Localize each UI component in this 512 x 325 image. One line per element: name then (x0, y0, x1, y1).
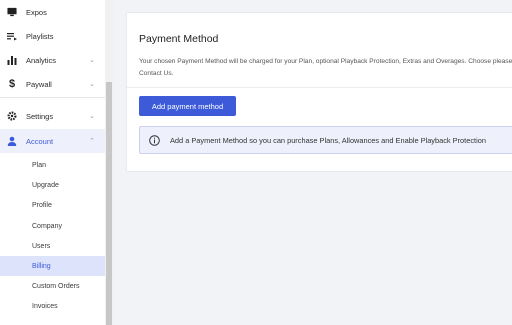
sidebar-subitem-invoices[interactable]: Invoices (0, 296, 105, 316)
subitem-label: Custom Orders (32, 282, 80, 290)
subitem-label: Profile (32, 201, 52, 209)
chevron-down-icon: ⌄ (89, 113, 95, 120)
sidebar-divider (0, 97, 105, 98)
subitem-label: Users (32, 242, 51, 250)
card-description: Your chosen Payment Method will be charg… (139, 58, 512, 77)
sidebar-subitem-profile[interactable]: Profile (0, 195, 105, 215)
info-icon (149, 135, 160, 146)
sidebar-item-label: Settings (26, 111, 54, 121)
subitem-label: Billing (32, 262, 51, 270)
sidebar-item-paywall[interactable]: $ Paywall ⌄ (0, 72, 105, 96)
sidebar-subitem-users[interactable]: Users (0, 236, 105, 256)
chevron-down-icon: ⌄ (89, 57, 95, 64)
sidebar-item-label: Analytics (26, 55, 57, 65)
sidebar-scrollbar-thumb[interactable] (106, 82, 112, 325)
sidebar: Expos Playlists Analytics ⌄ $ Paywall ⌄ … (0, 0, 113, 325)
sidebar-item-account[interactable]: Account ⌃ (0, 129, 105, 153)
subitem-label: Company (32, 222, 62, 230)
chevron-down-icon: ⌄ (89, 81, 95, 88)
dollar-icon: $ (8, 78, 16, 90)
sidebar-item-label: Expos (26, 7, 47, 17)
sidebar-subitem-billing[interactable]: Billing (0, 256, 105, 276)
sidebar-item-settings[interactable]: Settings ⌄ (0, 104, 105, 128)
subitem-label: Invoices (32, 302, 58, 310)
sidebar-subitem-custom-orders[interactable]: Custom Orders (0, 276, 105, 296)
card-title: Payment Method (139, 33, 219, 45)
payment-method-card: Payment Method Your chosen Payment Metho… (126, 12, 512, 172)
sidebar-subitem-upgrade[interactable]: Upgrade (0, 175, 105, 195)
subitem-label: Plan (32, 161, 47, 169)
chevron-up-icon: ⌃ (89, 138, 95, 145)
monitor-icon (7, 7, 17, 17)
sidebar-subitem-company[interactable]: Company (0, 216, 105, 236)
sidebar-item-label: Playlists (26, 31, 54, 41)
info-alert: Add a Payment Method so you can purchase… (139, 126, 512, 154)
gear-icon (7, 111, 17, 121)
sidebar-subitem-plan[interactable]: Plan (0, 155, 105, 175)
card-divider (127, 87, 512, 88)
playlist-icon (7, 31, 17, 41)
add-payment-method-button[interactable]: Add payment method (139, 96, 236, 116)
user-icon (7, 136, 17, 146)
sidebar-item-label: Paywall (26, 79, 52, 89)
subitem-label: Upgrade (32, 181, 59, 189)
sidebar-item-playlists[interactable]: Playlists (0, 24, 105, 48)
sidebar-item-expos[interactable]: Expos (0, 0, 105, 24)
bar-chart-icon (7, 55, 17, 65)
info-text: Add a Payment Method so you can purchase… (170, 135, 486, 145)
sidebar-item-analytics[interactable]: Analytics ⌄ (0, 48, 105, 72)
sidebar-item-label: Account (26, 136, 54, 146)
